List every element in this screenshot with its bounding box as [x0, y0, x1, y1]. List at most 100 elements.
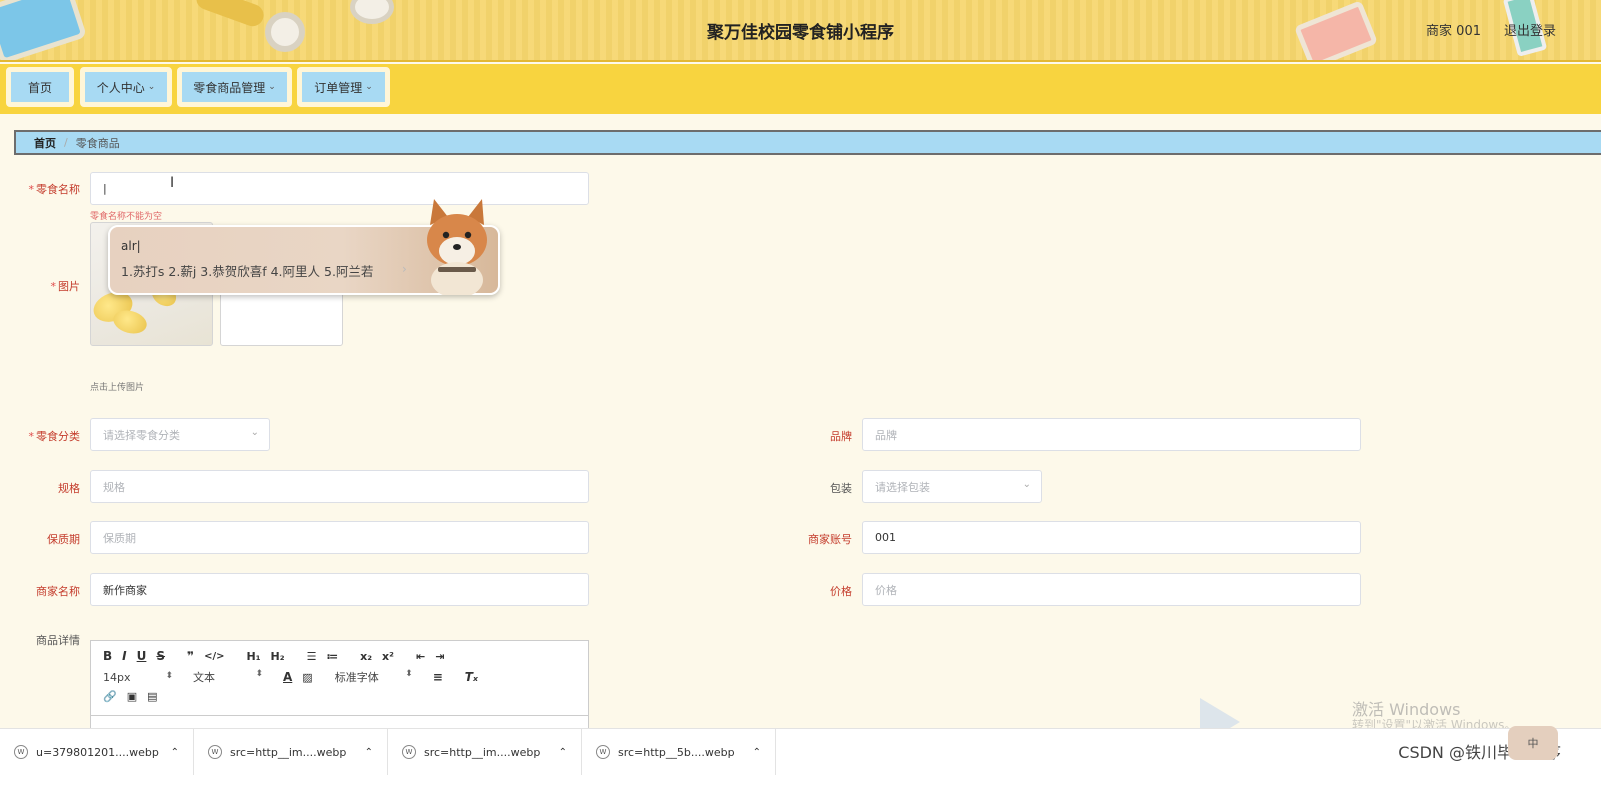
clear-format-icon[interactable]: Tₓ: [465, 670, 478, 684]
align-icon[interactable]: ≡: [433, 670, 443, 684]
subscript-icon[interactable]: x₂: [360, 650, 372, 663]
merchant-name-input[interactable]: 新作商家: [90, 573, 589, 606]
required-mark: *: [28, 183, 35, 196]
breadcrumb: 首页 / 零食商品: [14, 130, 1601, 155]
package-label: 包装: [830, 482, 852, 495]
chevron-down-icon: ⌄: [268, 82, 276, 92]
brand-input[interactable]: 品牌: [862, 418, 1361, 451]
webp-file-icon: W: [596, 745, 610, 759]
download-item[interactable]: W src=http__im....webp ⌃: [194, 729, 388, 775]
chevron-up-icon[interactable]: ⌃: [753, 747, 761, 758]
app-header: 聚万佳校园零食铺小程序 商家 001 退出登录: [0, 0, 1601, 62]
nav-label: 首页: [27, 80, 52, 95]
image-label: * 图片: [10, 278, 81, 294]
rich-text-editor[interactable]: B I U S ❞ </> H₁ H₂ ☰ ≔ x₂ x² ⇤ ⇥ 14px ⬍ …: [90, 640, 589, 740]
breadcrumb-separator: /: [64, 136, 68, 149]
nav-label: 零食商品管理: [193, 80, 266, 95]
select-value: 文本: [193, 671, 215, 684]
chevron-up-icon[interactable]: ⌃: [559, 747, 567, 758]
label-text: 零食分类: [36, 430, 80, 443]
chevron-right-icon[interactable]: ›: [402, 262, 407, 276]
input-value: 001: [875, 531, 896, 544]
shelf-life-label: 保质期: [47, 533, 80, 546]
updown-icon: ⬍: [405, 669, 413, 679]
ime-composition: alr|: [121, 239, 141, 253]
nav-label: 个人中心: [96, 80, 145, 95]
input-value: 新作商家: [103, 583, 147, 597]
merchant-name-label: 商家名称: [36, 585, 80, 598]
breadcrumb-home[interactable]: 首页: [34, 135, 56, 151]
logout-link[interactable]: 退出登录: [1504, 20, 1556, 39]
nav-label: 订单管理: [314, 80, 363, 95]
category-label: * 零食分类: [10, 428, 81, 444]
underline-icon[interactable]: U: [137, 649, 147, 663]
chevron-down-icon: ⌄: [1022, 479, 1031, 490]
package-select[interactable]: 请选择包装 ⌄: [862, 470, 1042, 503]
required-mark: *: [50, 280, 57, 293]
input-value: |: [103, 182, 107, 195]
webp-file-icon: W: [402, 745, 416, 759]
download-bar: W u=379801201....webp ⌃ W src=http__im..…: [0, 728, 1601, 786]
select-value: 标准字体: [334, 671, 379, 684]
required-mark: *: [28, 430, 35, 443]
category-select[interactable]: 请选择零食分类 ⌄: [90, 418, 270, 451]
download-item[interactable]: W src=http__5b....webp ⌃: [582, 729, 776, 775]
price-label: 价格: [830, 585, 852, 598]
shiba-dog-icon: [427, 199, 487, 295]
heading-1-icon[interactable]: H₁: [247, 650, 261, 663]
breadcrumb-current: 零食商品: [75, 136, 120, 150]
price-input[interactable]: 价格: [862, 573, 1361, 606]
font-size-select[interactable]: 14px ⬍: [103, 671, 173, 684]
strikethrough-icon[interactable]: S: [156, 649, 165, 663]
select-placeholder: 请选择零食分类: [103, 428, 180, 442]
video-icon[interactable]: ▤: [147, 690, 157, 703]
snack-name-input[interactable]: |: [90, 172, 589, 205]
superscript-icon[interactable]: x²: [382, 650, 394, 663]
italic-icon[interactable]: I: [122, 649, 126, 663]
merchant-account-input[interactable]: 001: [862, 521, 1361, 554]
chip-shape: [110, 306, 150, 338]
select-placeholder: 请选择包装: [875, 480, 930, 494]
label-text: 零食名称: [36, 183, 80, 196]
download-filename: src=http__im....webp: [230, 745, 347, 759]
editor-toolbar-row-3: 🔗 ▣ ▤: [103, 690, 168, 703]
nav-snack-goods-management[interactable]: 零食商品管理 ⌄: [177, 67, 292, 107]
background-color-icon[interactable]: ▨: [302, 671, 312, 684]
chevron-up-icon[interactable]: ⌃: [171, 747, 179, 758]
bullet-list-icon[interactable]: ≔: [326, 650, 338, 663]
merchant-account-label: 商家账号: [808, 533, 852, 546]
bold-icon[interactable]: B: [103, 649, 112, 663]
label-text: 图片: [58, 280, 80, 293]
ime-status-indicator[interactable]: 中: [1508, 726, 1558, 760]
input-placeholder: 价格: [875, 583, 897, 597]
chevron-down-icon: ⌄: [147, 82, 156, 92]
download-item[interactable]: W src=http__im....webp ⌃: [388, 729, 582, 775]
input-placeholder: 保质期: [103, 531, 136, 545]
nav-personal-center[interactable]: 个人中心 ⌄: [80, 67, 172, 107]
download-item[interactable]: W u=379801201....webp ⌃: [0, 729, 194, 775]
font-family-select[interactable]: 标准字体 ⬍: [335, 669, 413, 685]
shelf-life-input[interactable]: 保质期: [90, 521, 589, 554]
input-placeholder: 品牌: [875, 428, 897, 442]
spec-input[interactable]: 规格: [90, 470, 589, 503]
ordered-list-icon[interactable]: ☰: [307, 650, 317, 663]
outdent-icon[interactable]: ⇤: [416, 650, 425, 663]
text-type-select[interactable]: 文本 ⬍: [193, 669, 263, 685]
editor-divider: [91, 715, 588, 716]
snack-name-label: * 零食名称: [10, 181, 81, 197]
updown-icon: ⬍: [165, 670, 173, 681]
code-block-icon[interactable]: </>: [204, 651, 224, 662]
image-icon[interactable]: ▣: [127, 690, 137, 703]
nav-home[interactable]: 首页: [6, 67, 74, 107]
ime-candidates[interactable]: 1.苏打s 2.薪j 3.恭贺欣喜f 4.阿里人 5.阿兰若: [121, 261, 373, 280]
snack-name-error: 零食名称不能为空: [90, 212, 163, 222]
nav-order-management[interactable]: 订单管理 ⌄: [297, 67, 390, 107]
chevron-up-icon[interactable]: ⌃: [365, 747, 373, 758]
blockquote-icon[interactable]: ❞: [187, 649, 194, 663]
app-title: 聚万佳校园零食铺小程序: [707, 23, 894, 43]
link-icon[interactable]: 🔗: [103, 690, 117, 703]
download-filename: src=http__5b....webp: [618, 745, 735, 759]
font-color-icon[interactable]: A: [283, 670, 292, 684]
heading-2-icon[interactable]: H₂: [271, 650, 285, 663]
indent-icon[interactable]: ⇥: [435, 650, 444, 663]
